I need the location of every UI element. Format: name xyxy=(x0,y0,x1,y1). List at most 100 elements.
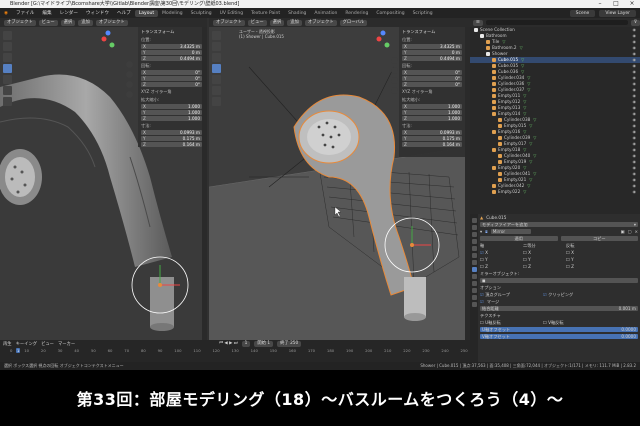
menu-edit[interactable]: 編集 xyxy=(38,10,55,16)
left-dims-x[interactable]: X 0.0993 m xyxy=(141,130,202,135)
left-viewport[interactable]: トランスフォーム 位置: X 3.4325 m Y0 m Z 0.4494 m 回転… xyxy=(0,27,207,340)
pan-hand-icon[interactable] xyxy=(391,67,398,74)
right-rotation-mode[interactable]: XYZ オイラー角 xyxy=(402,89,462,95)
zoom-icon[interactable] xyxy=(126,61,133,68)
play-icon[interactable]: ▶ xyxy=(229,341,232,346)
right-location-x[interactable]: X 3.4325 m xyxy=(402,44,462,49)
select-tool-icon[interactable] xyxy=(212,31,221,40)
tool-tab-icon[interactable] xyxy=(471,218,477,223)
right-scale-z[interactable]: Z 1.000 xyxy=(402,116,462,121)
merge-distance-field[interactable]: 結合距離 0.001 m xyxy=(480,306,638,311)
bisect-y-checkbox[interactable]: ☐ xyxy=(523,257,527,262)
object-tab-icon[interactable] xyxy=(471,260,477,265)
left-dims-z[interactable]: Z 0.164 m xyxy=(141,142,202,147)
left-scale-y[interactable]: Y 1.000 xyxy=(141,110,202,115)
physics-tab-icon[interactable] xyxy=(471,281,477,286)
camera-icon[interactable] xyxy=(391,77,398,84)
outliner-display-mode-icon[interactable]: ☰ xyxy=(473,19,483,26)
left-location-z[interactable]: Z 0.4494 m xyxy=(141,56,202,61)
tab-animation[interactable]: Animation xyxy=(310,10,341,17)
left-dims-y[interactable]: Y 0.175 m xyxy=(141,136,202,141)
flip-x-checkbox[interactable]: ☐ xyxy=(566,250,570,255)
timeline-menu-marker[interactable]: マーカー xyxy=(58,341,75,347)
move-tool-icon[interactable] xyxy=(212,53,221,62)
axis-z-checkbox[interactable]: ☐ xyxy=(480,264,484,269)
close-icon[interactable]: × xyxy=(624,0,640,8)
u-mirror-checkbox[interactable]: ☐ xyxy=(480,320,484,325)
left-location-x[interactable]: X 3.4325 m xyxy=(141,44,202,49)
tab-rendering[interactable]: Rendering xyxy=(341,10,372,17)
cursor-tool-icon[interactable] xyxy=(212,42,221,51)
left-menu-object[interactable]: オブジェクト xyxy=(95,19,128,26)
right-rotation-z[interactable]: Z 0° xyxy=(402,82,462,87)
left-location-y[interactable]: Y0 m xyxy=(141,50,202,55)
output-tab-icon[interactable] xyxy=(471,232,477,237)
jump-start-icon[interactable]: ⏮ xyxy=(219,341,223,346)
right-scale-x[interactable]: X 1.000 xyxy=(402,104,462,109)
scene-selector[interactable]: Scene xyxy=(569,9,596,17)
right-menu-object[interactable]: オブジェクト xyxy=(304,19,337,26)
outliner-search-input[interactable] xyxy=(485,20,628,25)
v-offset-field[interactable]: V軸オフセット 0.0000 xyxy=(480,334,638,339)
grid-icon[interactable] xyxy=(126,91,133,98)
apply-button[interactable]: 適用 xyxy=(480,236,558,241)
tab-compositing[interactable]: Compositing xyxy=(372,10,408,17)
bisect-z-checkbox[interactable]: ☐ xyxy=(523,264,527,269)
right-rotation-x[interactable]: X 0° xyxy=(402,70,462,75)
right-menu-select[interactable]: 選択 xyxy=(269,19,285,26)
left-menu-add[interactable]: 追加 xyxy=(78,19,93,26)
rotate-tool-icon[interactable] xyxy=(212,64,221,73)
playhead-frame[interactable]: 1 xyxy=(16,348,21,353)
zoom-icon[interactable] xyxy=(391,57,398,64)
view-layer-tab-icon[interactable] xyxy=(471,239,477,244)
clipping-checkbox[interactable]: ☑ xyxy=(543,292,547,297)
transform-tool-icon[interactable] xyxy=(3,86,12,95)
timeline-menu-playback[interactable]: 再生 xyxy=(3,341,12,347)
minimize-icon[interactable]: – xyxy=(592,0,608,8)
modifier-name-field[interactable]: Mirror xyxy=(490,229,531,234)
left-menu-view[interactable]: ビュー xyxy=(38,19,58,26)
right-dims-y[interactable]: Y 0.175 m xyxy=(402,136,462,141)
grid-icon[interactable] xyxy=(391,87,398,94)
vertex-groups-checkbox[interactable]: ☑ xyxy=(480,292,484,297)
rotate-tool-icon[interactable] xyxy=(3,64,12,73)
left-scale-x[interactable]: X 1.000 xyxy=(141,104,202,109)
timeline-menu-view[interactable]: ビュー xyxy=(41,341,54,347)
end-frame-field[interactable]: 終了 250 xyxy=(277,340,302,347)
tab-modeling[interactable]: Modeling xyxy=(158,10,186,17)
right-dims-z[interactable]: Z 0.164 m xyxy=(402,142,462,147)
current-frame-field[interactable]: 1 xyxy=(241,340,251,347)
camera-icon[interactable] xyxy=(126,81,133,88)
play-reverse-icon[interactable]: ◀ xyxy=(224,341,227,346)
left-rotation-mode[interactable]: XYZ オイラー角 xyxy=(141,89,202,95)
tab-sculpting[interactable]: Sculpting xyxy=(187,10,216,17)
right-rotation-y[interactable]: Y 0° xyxy=(402,76,462,81)
blender-logo-icon[interactable]: ◉ xyxy=(0,11,12,16)
left-mode-dropdown[interactable]: オブジェクト xyxy=(4,19,36,26)
render-tab-icon[interactable] xyxy=(471,225,477,230)
orientation-dropdown[interactable]: グローバル xyxy=(339,19,368,26)
outliner-item[interactable]: Empty.022 ▽ ◉ xyxy=(470,189,640,195)
scene-tab-icon[interactable] xyxy=(471,246,477,251)
timeline-menu-keying[interactable]: キーイング xyxy=(16,341,37,347)
transform-tool-icon[interactable] xyxy=(212,86,221,95)
start-frame-field[interactable]: 開始 1 xyxy=(254,340,274,347)
left-sidebar-tabs[interactable] xyxy=(202,27,207,340)
right-mode-dropdown[interactable]: オブジェクト xyxy=(213,19,245,26)
modifier-tab-icon[interactable] xyxy=(471,267,477,272)
close-icon[interactable]: × xyxy=(634,228,638,235)
right-menu-view[interactable]: ビュー xyxy=(247,19,267,26)
right-menu-add[interactable]: 追加 xyxy=(287,19,302,26)
maximize-icon[interactable]: □ xyxy=(608,0,624,8)
scale-tool-icon[interactable] xyxy=(3,75,12,84)
cursor-tool-icon[interactable] xyxy=(3,42,12,51)
menu-render[interactable]: レンダー xyxy=(56,10,82,16)
constraints-tab-icon[interactable] xyxy=(471,288,477,293)
merge-checkbox[interactable]: ☑ xyxy=(480,298,484,305)
mirror-object-field[interactable]: ◼ xyxy=(480,278,638,283)
right-location-z[interactable]: Z 0.4494 m xyxy=(402,56,462,61)
left-rotation-x[interactable]: X 0° xyxy=(141,70,202,75)
measure-tool-icon[interactable] xyxy=(212,97,221,106)
jump-end-icon[interactable]: ⏭ xyxy=(234,341,238,346)
data-tab-icon[interactable] xyxy=(471,295,477,300)
